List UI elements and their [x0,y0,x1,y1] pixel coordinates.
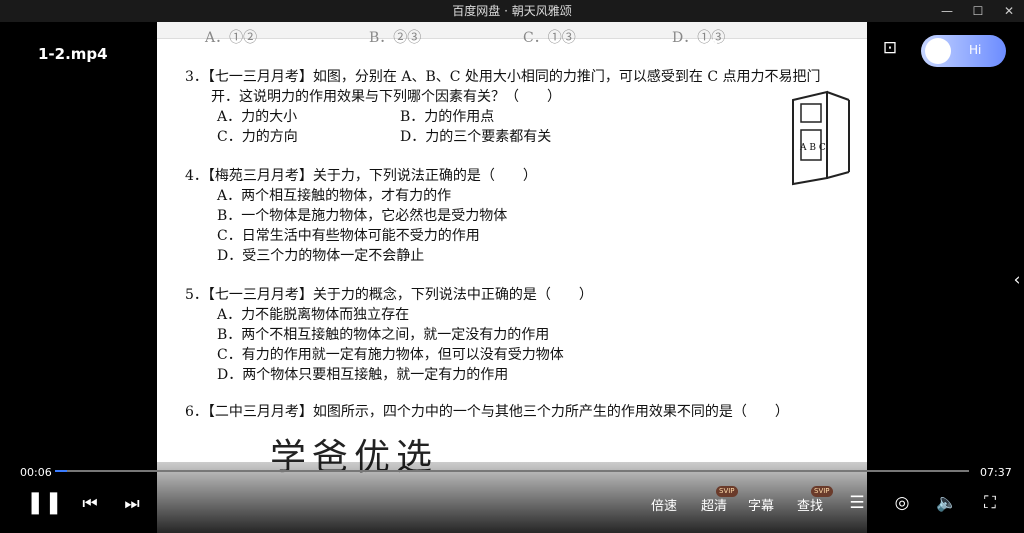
playlist-icon[interactable]: ☰ [843,493,871,513]
pdf-toolbar [157,22,867,39]
close-button[interactable]: ✕ [994,0,1024,22]
q3-option-d: D．力的三个要素都有关 [400,129,552,145]
volume-icon[interactable]: 🔈 [933,493,961,513]
window-title: 百度网盘 · 朝天风雅颂 [452,4,572,18]
top-option-c: C．①③ [523,30,576,46]
assistant-button[interactable]: Hi [921,35,1006,67]
q3-option-c: C．力的方向 [217,129,298,145]
share-icon[interactable]: ⤴ [695,38,723,58]
search-svip-badge: SVIP [811,486,833,497]
assistant-label: Hi [969,43,982,57]
document-page: A．①② B．②③ C．①③ D．①③ 3．【七一三月月考】如图，分别在 A、B… [157,22,867,533]
quality-button[interactable]: 超清 [701,495,727,514]
side-panel-toggle-icon[interactable]: ‹ [1003,270,1024,290]
assistant-avatar [925,38,951,64]
search-button[interactable]: 查找 [797,495,823,514]
next-icon[interactable]: ⏭ [118,494,146,514]
progress-played [55,470,67,472]
q3-option-b: B．力的作用点 [400,109,495,125]
current-time: 00:06 [20,466,52,479]
q4-option-d: D．受三个力的物体一定不会静止 [217,248,425,264]
previous-icon[interactable]: ⏮ [76,494,104,514]
door-labels: A B C [799,143,826,153]
q5-line1: 5．【七一三月月考】关于力的概念，下列说法中正确的是（ ） [185,287,593,303]
q5-option-a: A．力不能脱离物体而独立存在 [217,307,410,323]
speed-button[interactable]: 倍速 [651,495,677,514]
q6-line1: 6．【二中三月月考】如图所示，四个力中的一个与其他三个力所产生的作用效果不同的是… [185,404,789,420]
download-icon[interactable]: ⤓ [735,38,763,58]
pause-icon[interactable]: ❚❚ [26,492,63,514]
minimize-button[interactable]: — [932,0,962,22]
top-option-a: A．①② [205,30,258,46]
q5-option-c: C．有力的作用就一定有施力物体，但可以没有受力物体 [217,347,564,363]
q4-option-c: C．日常生活中有些物体可能不受力的作用 [217,228,480,244]
progress-track[interactable] [55,470,969,472]
maximize-button[interactable]: ☐ [963,0,993,22]
subtitles-button[interactable]: 字幕 [748,495,774,514]
fullscreen-icon[interactable]: ⛶ [976,493,1004,513]
q5-option-b: B．两个不相互接触的物体之间，就一定没有力的作用 [217,327,550,343]
q3-option-a: A．力的大小 [217,109,298,125]
total-time: 07:37 [980,466,1012,479]
top-option-b: B．②③ [369,30,422,46]
more-icon[interactable]: ⋯ [778,38,806,58]
q5-option-d: D．两个物体只要相互接触，就一定有力的作用 [217,367,509,383]
q4-option-a: A．两个相互接触的物体，才有力的作 [217,188,452,204]
q4-option-b: B．一个物体是施力物体，它必然也是受力物体 [217,208,508,224]
picture-in-picture-icon[interactable]: ⧉ [833,38,861,58]
q3-line2: 开．这说明力的作用效果与下列哪个因素有关？（ ） [211,89,561,105]
q4-line1: 4．【梅苑三月月考】关于力，下列说法正确的是（ ） [185,168,537,184]
loop-icon[interactable]: ◎ [888,493,916,513]
video-frame[interactable]: A．①② B．②③ C．①③ D．①③ 3．【七一三月月考】如图，分别在 A、B… [157,22,867,533]
video-filename: 1-2.mp4 [38,45,108,63]
quality-svip-badge: SVIP [716,486,738,497]
q3-line1: 3．【七一三月月考】如图，分别在 A、B、C 处用大小相同的力推门，可以感受到在… [185,69,821,85]
screen-cast-icon[interactable]: ⊡ [876,38,904,58]
title-bar: 百度网盘 · 朝天风雅颂 — ☐ ✕ [0,0,1024,22]
door-figure: A B C [792,90,850,186]
